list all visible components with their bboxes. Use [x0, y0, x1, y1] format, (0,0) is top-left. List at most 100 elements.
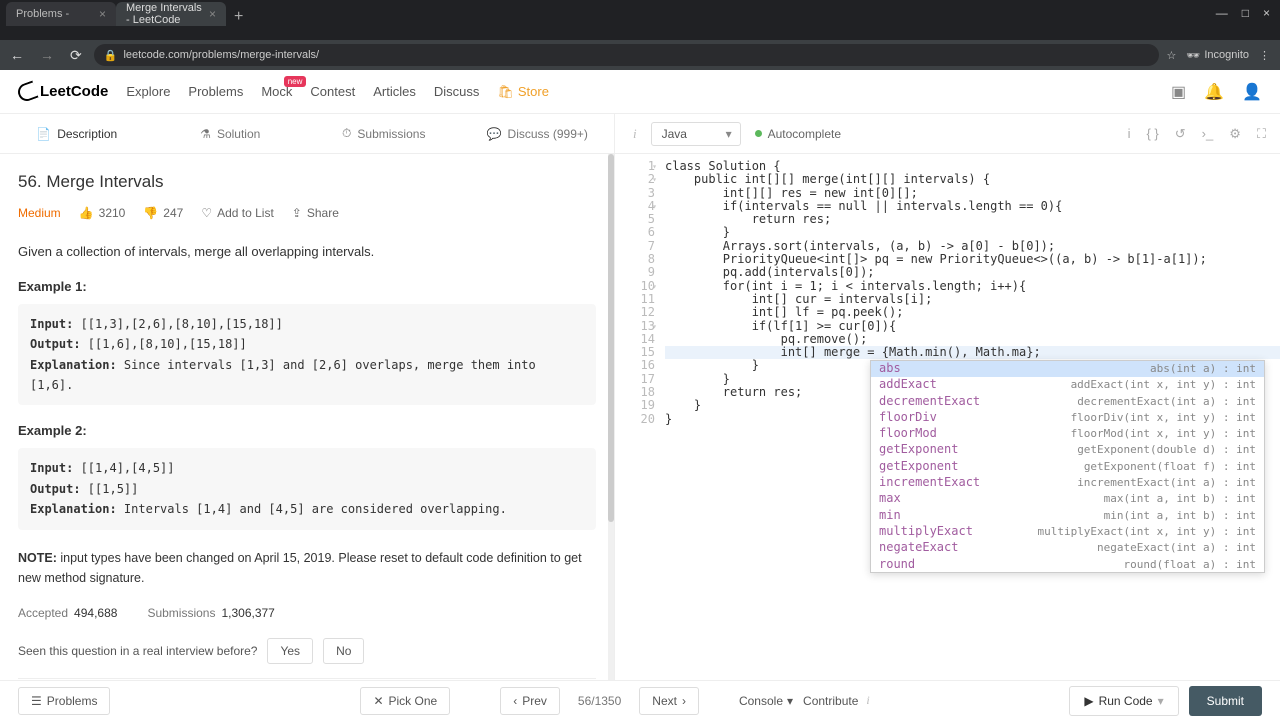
- run-code-button[interactable]: ▶Run Code▾: [1069, 686, 1178, 716]
- stats-row: Accepted494,688 Submissions1,306,377: [18, 606, 596, 620]
- tab-title: Merge Intervals - LeetCode: [126, 2, 203, 26]
- editor-header: i Java Autocomplete i { } ↺ ›_ ⚙ ⛶: [615, 114, 1280, 154]
- shuffle-icon: ✕: [373, 694, 383, 708]
- share-icon: ⇪: [292, 206, 302, 220]
- info-icon: i: [866, 693, 869, 708]
- autocomplete-item[interactable]: negateExactnegateExact(int a) : int: [871, 540, 1264, 556]
- submit-button[interactable]: Submit: [1189, 686, 1262, 716]
- difficulty-badge: Medium: [18, 206, 61, 220]
- note-text: NOTE: input types have been changed on A…: [18, 548, 596, 588]
- maximize-icon[interactable]: □: [1242, 6, 1249, 20]
- info-icon[interactable]: i: [1128, 126, 1131, 142]
- browser-tab[interactable]: Merge Intervals - LeetCode ×: [116, 2, 226, 26]
- nav-store[interactable]: 🛍Store: [497, 84, 549, 100]
- tab-solution[interactable]: ⚗Solution: [154, 114, 308, 153]
- autocomplete-item[interactable]: floorDivfloorDiv(int x, int y) : int: [871, 409, 1264, 425]
- meta-row: Medium 👍3210 👎247 ♡Add to List ⇪Share: [18, 206, 596, 220]
- language-select[interactable]: Java: [651, 122, 741, 146]
- pick-one-button[interactable]: ✕Pick One: [360, 687, 450, 715]
- yes-button[interactable]: Yes: [267, 638, 313, 664]
- autocomplete-item[interactable]: multiplyExactmultiplyExact(int x, int y)…: [871, 523, 1264, 539]
- star-icon[interactable]: ☆: [1167, 49, 1177, 62]
- gear-icon[interactable]: ⚙: [1229, 126, 1241, 142]
- fullscreen-icon[interactable]: ⛶: [1257, 126, 1266, 142]
- tab-description[interactable]: 📄Description: [0, 114, 154, 153]
- avatar[interactable]: 👤: [1242, 82, 1262, 102]
- autocomplete-item[interactable]: floorModfloorMod(int x, int y) : int: [871, 426, 1264, 442]
- close-icon[interactable]: ×: [209, 7, 216, 21]
- tab-strip: Problems -× Merge Intervals - LeetCode× …: [0, 0, 1280, 26]
- window-controls: — □ ×: [1206, 0, 1280, 26]
- braces-icon[interactable]: { }: [1146, 126, 1158, 142]
- tab-discuss[interactable]: 💬Discuss (999+): [461, 114, 615, 153]
- playground-icon[interactable]: ▣: [1171, 82, 1186, 102]
- autocomplete-item[interactable]: roundround(float a) : int: [871, 556, 1264, 572]
- minimize-icon[interactable]: —: [1216, 6, 1228, 20]
- new-tab-button[interactable]: +: [226, 8, 251, 26]
- autocomplete-item[interactable]: decrementExactdecrementExact(int a) : in…: [871, 393, 1264, 409]
- problem-body: 56. Merge Intervals Medium 👍3210 👎247 ♡A…: [0, 154, 614, 680]
- clock-icon: ⏱: [342, 126, 351, 141]
- browser-chrome: Problems -× Merge Intervals - LeetCode× …: [0, 0, 1280, 40]
- example-block: Input: [[1,4],[4,5]]Output: [[1,5]]Expla…: [18, 448, 596, 529]
- info-icon[interactable]: i: [633, 126, 637, 142]
- like-button[interactable]: 👍3210: [79, 206, 126, 220]
- nav-problems[interactable]: Problems: [188, 84, 243, 99]
- nav-discuss[interactable]: Discuss: [434, 84, 480, 99]
- scrollbar[interactable]: [608, 154, 614, 680]
- interview-row: Seen this question in a real interview b…: [18, 638, 596, 664]
- contribute-link[interactable]: Contributei: [803, 693, 870, 708]
- back-icon[interactable]: ←: [6, 47, 28, 63]
- logo-icon: [15, 80, 38, 103]
- autocomplete-item[interactable]: maxmax(int a, int b) : int: [871, 491, 1264, 507]
- nav-explore[interactable]: Explore: [126, 84, 170, 99]
- tab-submissions[interactable]: ⏱Submissions: [307, 114, 461, 153]
- code-editor[interactable]: 1234567891011121314151617181920 class So…: [615, 154, 1280, 680]
- heart-icon: ♡: [201, 206, 212, 220]
- menu-icon[interactable]: ⋮: [1259, 49, 1270, 62]
- browser-tab[interactable]: Problems -×: [6, 2, 116, 26]
- share-button[interactable]: ⇪Share: [292, 206, 339, 220]
- dislike-button[interactable]: 👎247: [143, 206, 183, 220]
- autocomplete-item[interactable]: absabs(int a) : int: [871, 361, 1264, 377]
- main-split: 📄Description ⚗Solution ⏱Submissions 💬Dis…: [0, 114, 1280, 680]
- chevron-down-icon: ▾: [1158, 694, 1164, 708]
- autocomplete-popup[interactable]: absabs(int a) : intaddExactaddExact(int …: [870, 360, 1265, 574]
- address-bar-row: ← → ⟳ 🔒 leetcode.com/problems/merge-inte…: [0, 40, 1280, 70]
- terminal-icon[interactable]: ›_: [1202, 126, 1214, 142]
- footer-bar: ☰Problems ✕Pick One ‹Prev 56/1350 Next› …: [0, 680, 1280, 720]
- autocomplete-item[interactable]: minmin(int a, int b) : int: [871, 507, 1264, 523]
- prev-button[interactable]: ‹Prev: [500, 687, 560, 715]
- autocomplete-item[interactable]: getExponentgetExponent(float f) : int: [871, 458, 1264, 474]
- example-heading: Example 2:: [18, 423, 596, 438]
- site-header: LeetCode Explore Problems Mocknew Contes…: [0, 70, 1280, 114]
- nav-articles[interactable]: Articles: [373, 84, 416, 99]
- address-bar[interactable]: 🔒 leetcode.com/problems/merge-intervals/: [94, 44, 1159, 66]
- problems-button[interactable]: ☰Problems: [18, 687, 110, 715]
- close-icon[interactable]: ×: [99, 7, 106, 21]
- nav-contest[interactable]: Contest: [310, 84, 355, 99]
- favorite-button[interactable]: ♡Add to List: [201, 206, 273, 220]
- autocomplete-item[interactable]: addExactaddExact(int x, int y) : int: [871, 377, 1264, 393]
- autocomplete-status[interactable]: Autocomplete: [755, 127, 841, 141]
- next-button[interactable]: Next›: [639, 687, 699, 715]
- bell-icon[interactable]: 🔔: [1204, 82, 1224, 102]
- close-window-icon[interactable]: ×: [1263, 6, 1270, 20]
- nav-mock[interactable]: Mocknew: [261, 84, 292, 99]
- lock-icon: 🔒: [104, 49, 118, 62]
- editor-tools: i { } ↺ ›_ ⚙ ⛶: [1128, 126, 1266, 142]
- chevron-left-icon: ‹: [513, 694, 517, 708]
- no-button[interactable]: No: [323, 638, 364, 664]
- thumbs-down-icon: 👎: [143, 206, 158, 220]
- chat-icon: 💬: [487, 127, 502, 141]
- autocomplete-item[interactable]: getExponentgetExponent(double d) : int: [871, 442, 1264, 458]
- incognito-badge: 🕶Incognito: [1186, 49, 1249, 62]
- logo[interactable]: LeetCode: [18, 83, 108, 101]
- autocomplete-item[interactable]: incrementExactincrementExact(int a) : in…: [871, 475, 1264, 491]
- chevron-down-icon: ▾: [787, 694, 793, 708]
- reload-icon[interactable]: ⟳: [66, 47, 86, 64]
- reset-icon[interactable]: ↺: [1175, 126, 1186, 142]
- console-toggle[interactable]: Console▾: [739, 694, 793, 708]
- editor-panel: i Java Autocomplete i { } ↺ ›_ ⚙ ⛶ 12345…: [615, 114, 1280, 680]
- problem-description: Given a collection of intervals, merge a…: [18, 242, 596, 263]
